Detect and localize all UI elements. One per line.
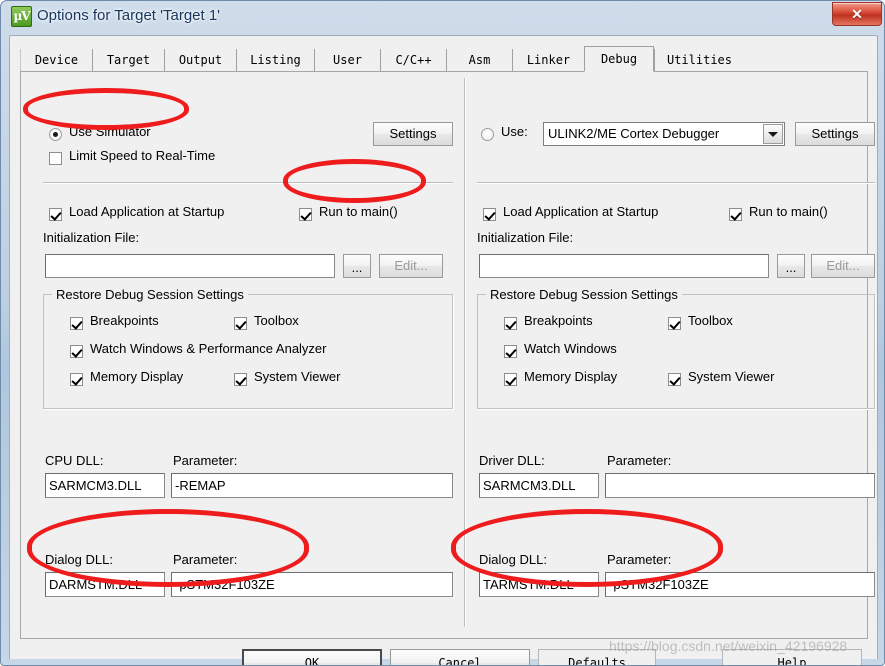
left-browse-button[interactable]: ...	[343, 254, 371, 278]
driver-dll-label: Driver DLL:	[479, 453, 545, 468]
tab-strip: Device Target Output Listing User C/C++ …	[20, 46, 868, 72]
right-load-app-label[interactable]: Load Application at Startup	[503, 204, 658, 219]
tab-asm[interactable]: Asm	[446, 49, 512, 72]
options-dialog: µV Options for Target 'Target 1' ✕ Devic…	[0, 0, 885, 666]
right-init-file-label: Initialization File:	[477, 230, 574, 245]
tab-cpp[interactable]: C/C++	[380, 49, 446, 72]
cpu-dll-label: CPU DLL:	[45, 453, 104, 468]
right-memory-display-label[interactable]: Memory Display	[524, 369, 617, 384]
driver-dll-input[interactable]: SARMCM3.DLL	[479, 473, 599, 498]
watermark-text: https://blog.csdn.net/weixin_42196928	[609, 638, 848, 654]
left-dialog-dll-label: Dialog DLL:	[45, 552, 113, 567]
right-separator-1	[477, 182, 875, 184]
left-breakpoints-label[interactable]: Breakpoints	[90, 313, 159, 328]
ok-button[interactable]: OK	[242, 649, 382, 665]
right-dialog-param-label: Parameter:	[607, 552, 672, 567]
driver-param-label: Parameter:	[607, 453, 672, 468]
debugger-select[interactable]: ULINK2/ME Cortex Debugger	[543, 122, 785, 146]
right-memory-display-checkbox[interactable]	[504, 373, 517, 386]
use-debugger-label[interactable]: Use:	[501, 124, 528, 139]
left-memory-display-label[interactable]: Memory Display	[90, 369, 183, 384]
right-toolbox-label[interactable]: Toolbox	[688, 313, 733, 328]
left-toolbox-checkbox[interactable]	[234, 317, 247, 330]
left-system-viewer-label[interactable]: System Viewer	[254, 369, 340, 384]
right-load-app-checkbox[interactable]	[483, 208, 496, 221]
right-breakpoints-checkbox[interactable]	[504, 317, 517, 330]
tab-debug[interactable]: Debug	[584, 46, 654, 72]
right-dialog-param-input[interactable]: -pSTM32F103ZE	[605, 572, 875, 597]
tab-listing[interactable]: Listing	[236, 49, 314, 72]
cpu-param-input[interactable]: -REMAP	[171, 473, 453, 498]
left-load-app-checkbox[interactable]	[49, 208, 62, 221]
right-toolbox-checkbox[interactable]	[668, 317, 681, 330]
left-toolbox-label[interactable]: Toolbox	[254, 313, 299, 328]
right-system-viewer-label[interactable]: System Viewer	[688, 369, 774, 384]
cpu-dll-input[interactable]: SARMCM3.DLL	[45, 473, 165, 498]
left-init-file-input[interactable]	[45, 254, 335, 278]
cancel-button[interactable]: Cancel	[390, 649, 530, 665]
left-init-file-label: Initialization File:	[43, 230, 140, 245]
tab-device[interactable]: Device	[20, 49, 92, 72]
right-dialog-dll-input[interactable]: TARMSTM.DLL	[479, 572, 599, 597]
dialog-client: Device Target Output Listing User C/C++ …	[9, 35, 878, 665]
left-run-to-main-checkbox[interactable]	[299, 208, 312, 221]
right-init-file-input[interactable]	[479, 254, 769, 278]
simulator-settings-button[interactable]: Settings	[373, 122, 453, 146]
right-dialog-dll-label: Dialog DLL:	[479, 552, 547, 567]
left-run-to-main-label[interactable]: Run to main()	[319, 204, 398, 219]
right-breakpoints-label[interactable]: Breakpoints	[524, 313, 593, 328]
use-simulator-label[interactable]: Use Simulator	[69, 124, 151, 139]
use-debugger-radio[interactable]	[481, 128, 494, 141]
tab-user[interactable]: User	[314, 49, 380, 72]
cpu-param-label: Parameter:	[173, 453, 238, 468]
uvision-icon: µV	[11, 6, 32, 27]
chevron-down-icon[interactable]	[763, 124, 783, 144]
use-simulator-radio[interactable]	[49, 128, 62, 141]
right-edit-button[interactable]: Edit...	[811, 254, 875, 278]
tab-output[interactable]: Output	[164, 49, 236, 72]
right-watch-windows-label[interactable]: Watch Windows	[524, 341, 617, 356]
debugger-settings-button[interactable]: Settings	[795, 122, 875, 146]
title-bar: µV Options for Target 'Target 1' ✕	[1, 1, 884, 35]
right-watch-windows-checkbox[interactable]	[504, 345, 517, 358]
tab-linker[interactable]: Linker	[512, 49, 584, 72]
tab-utilities[interactable]: Utilities	[654, 49, 744, 72]
right-run-to-main-label[interactable]: Run to main()	[749, 204, 828, 219]
left-system-viewer-checkbox[interactable]	[234, 373, 247, 386]
close-icon[interactable]: ✕	[832, 2, 882, 26]
right-browse-button[interactable]: ...	[777, 254, 805, 278]
right-system-viewer-checkbox[interactable]	[668, 373, 681, 386]
simulator-column: Use Simulator Limit Speed to Real-Time S…	[21, 72, 464, 638]
debugger-column: Use: ULINK2/ME Cortex Debugger Settings …	[465, 72, 875, 638]
right-restore-session-title: Restore Debug Session Settings	[486, 287, 682, 302]
page-title: Options for Target 'Target 1'	[37, 7, 221, 24]
left-watch-windows-checkbox[interactable]	[70, 345, 83, 358]
left-breakpoints-checkbox[interactable]	[70, 317, 83, 330]
limit-speed-label[interactable]: Limit Speed to Real-Time	[69, 148, 215, 163]
left-edit-button[interactable]: Edit...	[379, 254, 443, 278]
left-load-app-label[interactable]: Load Application at Startup	[69, 204, 224, 219]
left-dialog-param-input[interactable]: -pSTM32F103ZE	[171, 572, 453, 597]
right-restore-session-group: Restore Debug Session Settings Breakpoin…	[477, 287, 875, 409]
left-restore-session-group: Restore Debug Session Settings Breakpoin…	[43, 287, 453, 409]
left-dialog-param-label: Parameter:	[173, 552, 238, 567]
left-separator-1	[43, 182, 453, 184]
left-memory-display-checkbox[interactable]	[70, 373, 83, 386]
limit-speed-checkbox[interactable]	[49, 152, 62, 165]
driver-param-input[interactable]	[605, 473, 875, 498]
right-run-to-main-checkbox[interactable]	[729, 208, 742, 221]
debugger-select-value: ULINK2/ME Cortex Debugger	[548, 126, 720, 141]
left-dialog-dll-input[interactable]: DARMSTM.DLL	[45, 572, 165, 597]
left-watch-windows-label[interactable]: Watch Windows & Performance Analyzer	[90, 341, 327, 356]
left-restore-session-title: Restore Debug Session Settings	[52, 287, 248, 302]
debug-panel: Use Simulator Limit Speed to Real-Time S…	[20, 72, 875, 639]
tab-target[interactable]: Target	[92, 49, 164, 72]
